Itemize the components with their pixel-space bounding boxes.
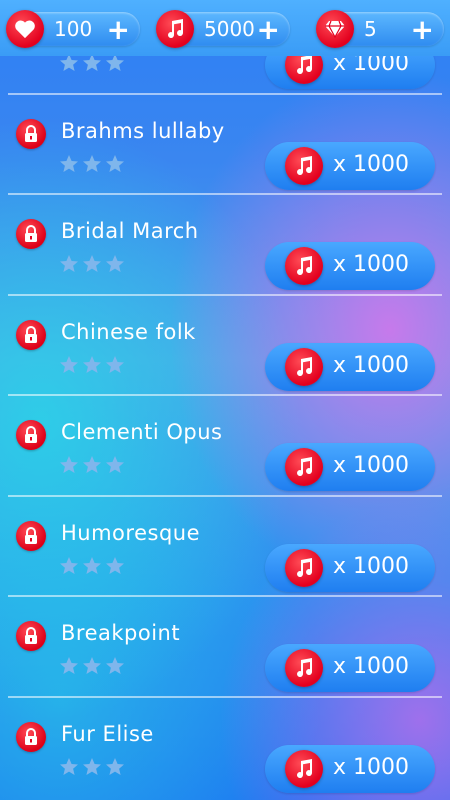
star-icon	[60, 556, 78, 574]
currency-bar: 100 + 5000 + 5 +	[0, 0, 450, 56]
star-icon	[60, 757, 78, 775]
star-icon	[83, 757, 101, 775]
star-icon	[106, 456, 124, 473]
notes-value: 5000	[204, 17, 255, 41]
add-lives-button[interactable]: +	[107, 13, 130, 46]
music-note-icon	[156, 10, 194, 48]
star-icon	[106, 255, 124, 272]
star-icon	[106, 757, 124, 775]
unlock-price: x 1000	[333, 553, 410, 579]
lock-icon	[16, 420, 46, 450]
star-rating	[59, 154, 125, 174]
star-rating	[59, 254, 125, 274]
star-icon	[106, 154, 124, 172]
star-icon	[83, 54, 101, 71]
lock-icon	[16, 118, 46, 149]
unlock-price: x 1000	[333, 352, 410, 378]
gems-counter[interactable]: 5 +	[316, 10, 444, 48]
star-icon	[106, 556, 124, 574]
star-rating	[59, 556, 125, 576]
lock-icon	[16, 219, 46, 249]
star-rating	[59, 757, 125, 777]
lock-icon	[16, 319, 46, 350]
unlock-price-button[interactable]: x 1000	[265, 443, 435, 491]
star-icon	[83, 556, 101, 574]
add-gems-button[interactable]: +	[411, 13, 434, 46]
star-rating	[59, 656, 125, 676]
music-note-icon	[285, 448, 323, 486]
song-row[interactable]: Humoresque x 1000	[0, 496, 450, 596]
song-row[interactable]: Brahms lullaby x 1000	[0, 94, 450, 194]
heart-icon	[6, 10, 44, 48]
diamond-icon	[316, 10, 354, 48]
unlock-price: x 1000	[333, 151, 410, 177]
song-title: Breakpoint	[61, 621, 181, 645]
music-note-icon	[285, 649, 323, 687]
star-icon	[60, 657, 78, 674]
lock-icon	[16, 520, 46, 551]
star-icon	[83, 355, 101, 373]
song-row[interactable]: Clementi Opus x 1000	[0, 395, 450, 495]
song-title: Brahms lullaby	[61, 118, 225, 143]
unlock-price: x 1000	[333, 252, 410, 277]
star-icon	[106, 657, 124, 674]
add-notes-button[interactable]: +	[257, 13, 280, 46]
music-note-icon	[285, 749, 323, 788]
star-icon	[83, 154, 101, 172]
music-note-icon	[285, 146, 323, 185]
unlock-price-button[interactable]: x 1000	[265, 342, 435, 391]
unlock-price: x 1000	[333, 754, 410, 780]
star-rating	[59, 53, 125, 73]
unlock-price-button[interactable]: x 1000	[265, 644, 435, 692]
music-note-icon	[285, 347, 323, 386]
unlock-price-button[interactable]: x 1000	[265, 543, 435, 592]
song-title: Humoresque	[61, 520, 200, 545]
star-icon	[83, 657, 101, 674]
star-icon	[106, 355, 124, 373]
song-row[interactable]: Bridal March x 1000	[0, 194, 450, 294]
star-icon	[83, 255, 101, 272]
unlock-price-button[interactable]: x 1000	[265, 242, 435, 290]
lock-icon	[16, 621, 46, 651]
song-row[interactable]: Breakpoint x 1000	[0, 596, 450, 696]
unlock-price: x 1000	[333, 654, 410, 679]
star-rating	[59, 355, 125, 375]
star-rating	[59, 455, 125, 475]
music-note-icon	[285, 548, 323, 587]
unlock-price-button[interactable]: x 1000	[265, 141, 435, 190]
star-icon	[60, 54, 78, 71]
star-icon	[60, 154, 78, 172]
gems-value: 5	[364, 17, 377, 41]
music-note-icon	[285, 247, 323, 285]
lives-value: 100	[54, 17, 93, 41]
unlock-price: x 1000	[333, 453, 410, 478]
song-title: Clementi Opus	[61, 420, 223, 444]
star-icon	[60, 456, 78, 473]
lives-counter[interactable]: 100 +	[6, 10, 140, 48]
star-icon	[60, 255, 78, 272]
song-title: Fur Elise	[61, 721, 154, 746]
star-icon	[106, 54, 124, 71]
song-row[interactable]: Chinese folk x 1000	[0, 295, 450, 395]
star-icon	[83, 456, 101, 473]
song-row[interactable]: Fur Elise x 1000	[0, 697, 450, 797]
star-icon	[60, 355, 78, 373]
unlock-price-button[interactable]: x 1000	[265, 744, 435, 793]
song-title: Bridal March	[61, 219, 199, 243]
song-title: Chinese folk	[61, 319, 196, 344]
lock-icon	[16, 721, 46, 752]
notes-counter[interactable]: 5000 +	[156, 10, 290, 48]
